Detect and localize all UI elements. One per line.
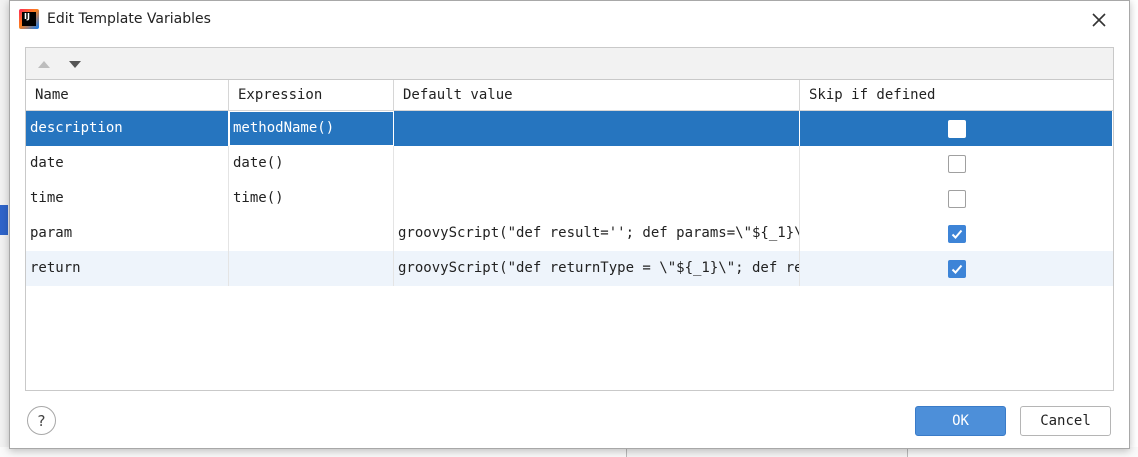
close-button[interactable]	[1088, 9, 1110, 31]
table-toolbar	[25, 47, 1114, 79]
cell-expression[interactable]: time()	[229, 181, 394, 216]
cell-default-value[interactable]	[394, 146, 800, 181]
cell-skip-if-defined	[800, 111, 1113, 146]
move-down-button[interactable]	[66, 56, 84, 72]
skip-checkbox[interactable]	[948, 120, 966, 138]
table-row[interactable]: date date()	[26, 146, 1113, 181]
cell-name[interactable]: date	[26, 146, 229, 181]
cell-default-value[interactable]	[394, 111, 800, 146]
column-header-default-value[interactable]: Default value	[394, 80, 800, 111]
variables-table: Name Expression Default value Skip if de…	[25, 79, 1114, 391]
skip-checkbox[interactable]	[948, 260, 966, 278]
table-row[interactable]: param groovyScript("def result=''; def p…	[26, 216, 1113, 251]
table-row[interactable]: return groovyScript("def returnType = \"…	[26, 251, 1113, 286]
cell-skip-if-defined	[800, 181, 1113, 216]
ok-button[interactable]: OK	[915, 406, 1006, 436]
triangle-down-icon	[69, 61, 81, 68]
skip-checkbox[interactable]	[948, 155, 966, 173]
column-header-skip-if-defined[interactable]: Skip if defined	[800, 80, 1113, 111]
checkmark-icon	[951, 264, 963, 274]
cell-expression[interactable]: methodName()	[229, 111, 394, 146]
cell-name[interactable]: description	[26, 111, 229, 146]
cell-default-value[interactable]: groovyScript("def result=''; def params=…	[394, 216, 800, 251]
column-header-name[interactable]: Name	[26, 80, 229, 111]
dialog-titlebar: IJ Edit Template Variables	[10, 1, 1129, 39]
table-header: Name Expression Default value Skip if de…	[26, 80, 1113, 111]
skip-checkbox[interactable]	[948, 225, 966, 243]
column-header-expression[interactable]: Expression	[229, 80, 394, 111]
table-row[interactable]: description methodName()	[26, 111, 1113, 146]
checkmark-icon	[951, 229, 963, 239]
dialog-title: Edit Template Variables	[47, 11, 211, 27]
table-row[interactable]: time time()	[26, 181, 1113, 216]
cell-name[interactable]: return	[26, 251, 229, 286]
cell-skip-if-defined	[800, 251, 1113, 286]
move-up-button[interactable]	[35, 56, 53, 72]
intellij-app-icon: IJ	[19, 9, 39, 29]
cell-skip-if-defined	[800, 216, 1113, 251]
cell-skip-if-defined	[800, 146, 1113, 181]
cell-expression[interactable]: date()	[229, 146, 394, 181]
edit-template-variables-dialog: IJ Edit Template Variables Name Expressi…	[9, 0, 1130, 449]
cancel-button[interactable]: Cancel	[1020, 406, 1111, 436]
skip-checkbox[interactable]	[948, 190, 966, 208]
background-selection-marker	[0, 205, 8, 235]
cell-default-value[interactable]	[394, 181, 800, 216]
cell-default-value[interactable]: groovyScript("def returnType = \"${_1}\"…	[394, 251, 800, 286]
help-button[interactable]: ?	[27, 406, 56, 435]
cell-expression[interactable]	[229, 251, 394, 286]
cell-name[interactable]: param	[26, 216, 229, 251]
cell-expression[interactable]	[229, 216, 394, 251]
cell-name[interactable]: time	[26, 181, 229, 216]
triangle-up-icon	[38, 61, 50, 68]
close-icon	[1092, 13, 1106, 27]
